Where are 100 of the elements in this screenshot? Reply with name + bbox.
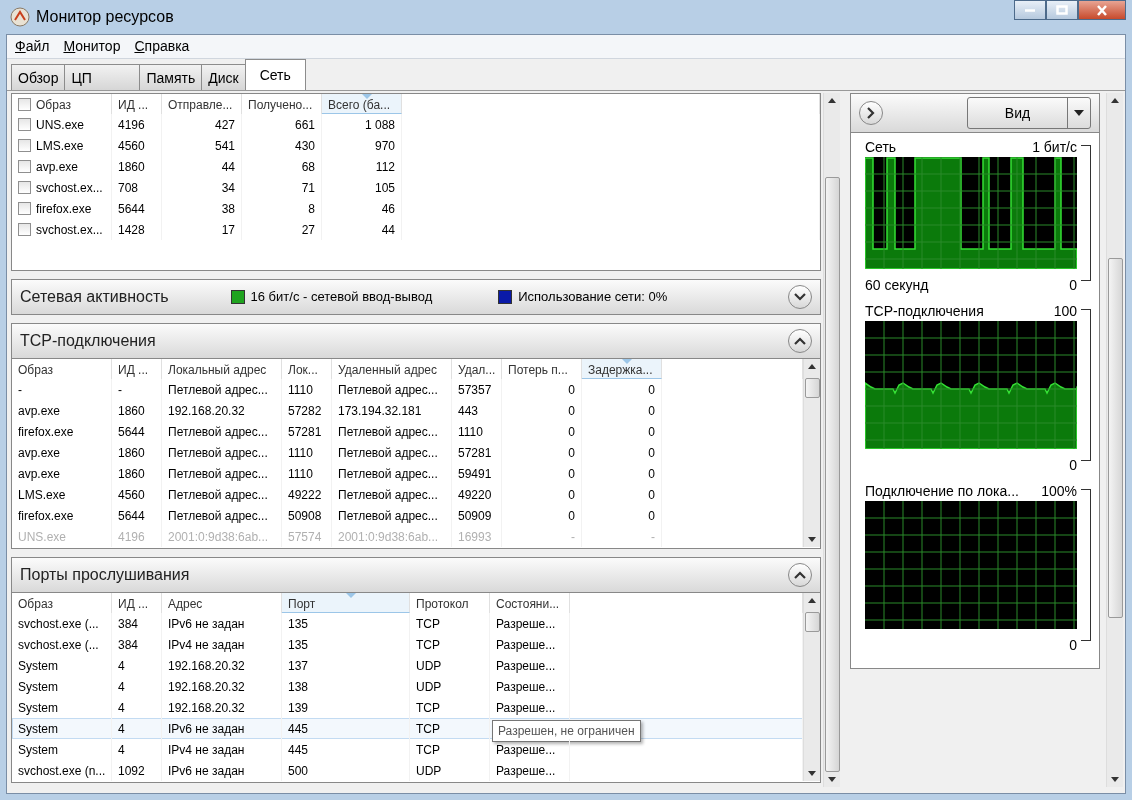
- maximize-icon: [1056, 5, 1068, 15]
- table-cell: Петлевой адрес...: [332, 463, 452, 484]
- checkbox[interactable]: [18, 98, 31, 111]
- scroll-up-icon[interactable]: [808, 364, 816, 369]
- chevron-right-icon: [867, 107, 875, 119]
- scrollbar-thumb[interactable]: [804, 378, 820, 398]
- scroll-down-icon[interactable]: [808, 537, 816, 542]
- table-cell: firefox.exe: [12, 505, 112, 526]
- menu-item[interactable]: Справка: [134, 36, 190, 57]
- column-label[interactable]: Образ: [36, 98, 71, 112]
- table-cell: 445: [282, 718, 410, 739]
- table-cell: LMS.exe: [12, 484, 112, 505]
- tab[interactable]: Обзор: [11, 64, 66, 90]
- scrollbar[interactable]: [1106, 93, 1123, 787]
- table-cell: -: [502, 526, 582, 547]
- table-cell: 192.168.20.32: [162, 655, 282, 676]
- table-cell: 138: [282, 676, 410, 697]
- table-cell: 5644: [112, 198, 162, 219]
- table-cell: Разреше...: [490, 760, 570, 781]
- tab[interactable]: Память: [139, 64, 203, 90]
- toggle-button[interactable]: [788, 285, 812, 309]
- scrollbar[interactable]: [803, 593, 820, 781]
- scrollbar-thumb[interactable]: [1107, 258, 1123, 618]
- caret-icon: [1074, 110, 1084, 116]
- scroll-down-icon[interactable]: [1111, 777, 1119, 782]
- table-cell: UDP: [410, 760, 490, 781]
- table-cell: 17: [162, 219, 242, 240]
- table-cell: 0: [502, 400, 582, 421]
- table-cell: 4: [112, 676, 162, 697]
- scrollbar-thumb[interactable]: [804, 612, 820, 632]
- toggle-button[interactable]: [788, 563, 812, 587]
- sorted-column-header[interactable]: Порт: [282, 593, 410, 613]
- table-cell: 1092: [112, 760, 162, 781]
- table-cell: 57574: [282, 526, 332, 547]
- table-cell: System: [12, 718, 112, 739]
- checkbox[interactable]: [18, 223, 31, 236]
- scroll-up-icon[interactable]: [808, 598, 816, 603]
- table-cell: Петлевой адрес...: [332, 505, 452, 526]
- table-cell: 0: [582, 484, 662, 505]
- table-cell: Петлевой адрес...: [332, 484, 452, 505]
- checkbox[interactable]: [18, 181, 31, 194]
- scrollbar[interactable]: [803, 359, 820, 547]
- checkbox[interactable]: [18, 139, 31, 152]
- toggle-button[interactable]: [788, 329, 812, 353]
- scrollbar[interactable]: [823, 93, 840, 787]
- table-cell: UDP: [410, 676, 490, 697]
- table-cell: 8: [242, 198, 322, 219]
- table-cell: 4560: [112, 135, 162, 156]
- legend-label: 16 бит/с - сетевой ввод-вывод: [250, 288, 433, 307]
- table-cell: 430: [242, 135, 322, 156]
- table-cell: 0: [502, 463, 582, 484]
- scrollbar-thumb[interactable]: [824, 176, 840, 772]
- maximize-button[interactable]: [1046, 0, 1078, 20]
- scroll-down-icon[interactable]: [828, 777, 836, 782]
- chevron-down-icon: [794, 293, 806, 301]
- table-cell: 708: [112, 177, 162, 198]
- table-cell: IPv4 не задан: [162, 634, 282, 655]
- checkbox[interactable]: [18, 202, 31, 215]
- table-cell: IPv6 не задан: [162, 613, 282, 634]
- table-cell: 1 088: [322, 114, 402, 135]
- tooltip: Разрешен, не ограничен: [492, 720, 641, 742]
- table-cell: -: [12, 379, 112, 400]
- checkbox[interactable]: [18, 160, 31, 173]
- menu-item[interactable]: Монитор: [63, 36, 121, 57]
- menu-item[interactable]: Файл: [15, 36, 50, 57]
- scroll-up-icon[interactable]: [1111, 98, 1119, 103]
- table-cell: 0: [582, 442, 662, 463]
- table-cell: System: [12, 676, 112, 697]
- table-cell: 1860: [112, 400, 162, 421]
- minimize-button[interactable]: [1014, 0, 1046, 20]
- table-cell: avp.exe: [12, 463, 112, 484]
- tab[interactable]: ЦП: [64, 64, 141, 90]
- table-cell: Петлевой адрес...: [162, 442, 282, 463]
- close-button[interactable]: [1078, 0, 1126, 20]
- scroll-up-icon[interactable]: [828, 98, 836, 103]
- tab[interactable]: Диск: [201, 64, 246, 90]
- table-cell: Петлевой адрес...: [162, 463, 282, 484]
- table-cell: avp.exe: [12, 400, 112, 421]
- sorted-column-header[interactable]: Задержка...: [582, 359, 662, 379]
- table-cell: Разреше...: [490, 634, 570, 655]
- sorted-column-header[interactable]: Всего (ба...: [322, 94, 402, 114]
- scroll-down-icon[interactable]: [808, 771, 816, 776]
- table-cell: 0: [502, 442, 582, 463]
- table-cell: UDP: [410, 655, 490, 676]
- table-cell: Петлевой адрес...: [162, 421, 282, 442]
- tab[interactable]: Сеть: [244, 59, 306, 90]
- table-cell: 4: [112, 655, 162, 676]
- table-cell: 34: [162, 177, 242, 198]
- table-cell: 5644: [112, 505, 162, 526]
- checkbox[interactable]: [18, 118, 31, 131]
- table-cell: 0: [582, 379, 662, 400]
- selected-row[interactable]: System 4 IPv6 не задан 445 TCP Разрешен, не ограничен: [12, 718, 803, 739]
- expand-button[interactable]: [859, 101, 883, 125]
- table-cell: 0: [502, 484, 582, 505]
- table-cell: firefox.exe: [12, 421, 112, 442]
- table-cell: System: [12, 655, 112, 676]
- table-cell: 68: [242, 156, 322, 177]
- graph-min-label: 0: [1069, 636, 1077, 655]
- table-cell: svchost.ex...: [36, 181, 103, 195]
- table-cell: 135: [282, 634, 410, 655]
